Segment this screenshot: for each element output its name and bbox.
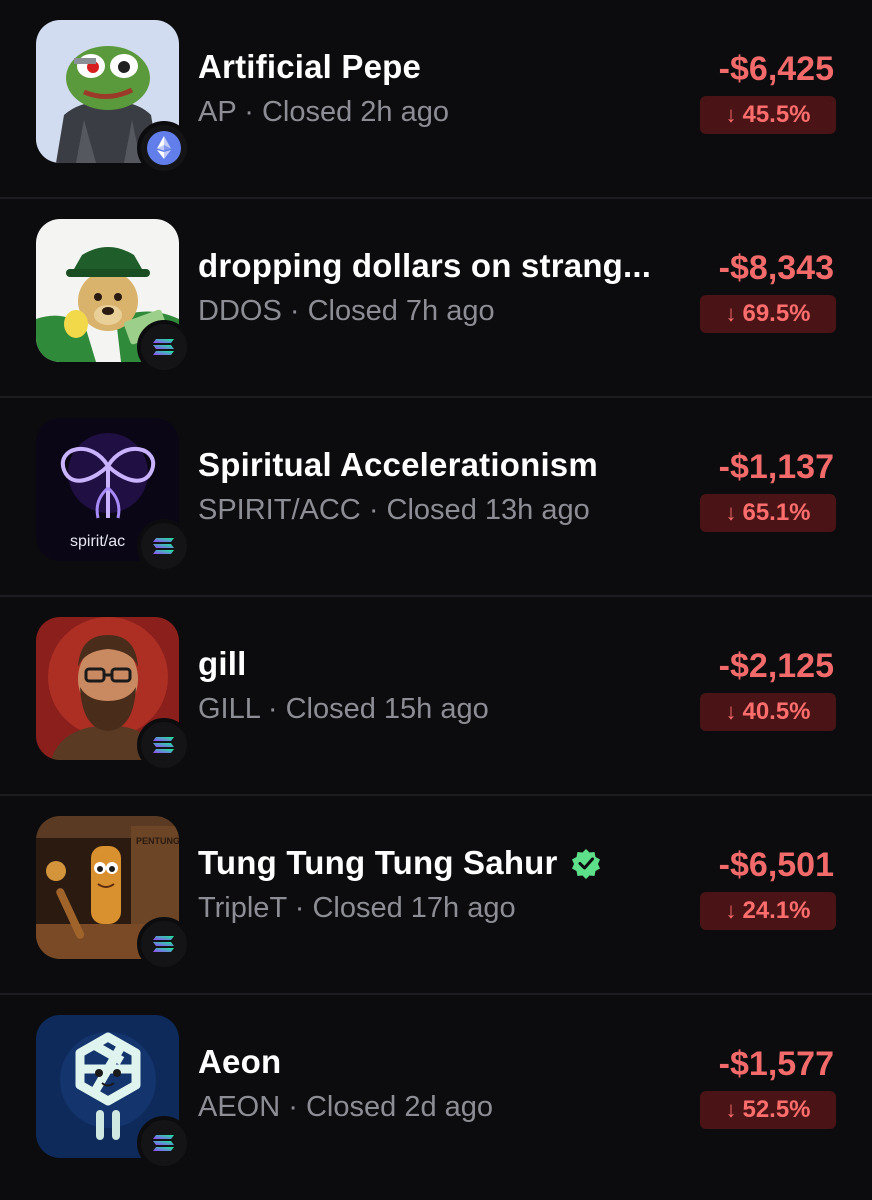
token-name: dropping dollars on strang... <box>198 247 652 284</box>
pnl-amount: -$6,425 <box>718 50 834 88</box>
solana-icon <box>137 1116 191 1170</box>
pnl-percent-badge: ↓ 69.5% <box>700 295 836 333</box>
avatar-sign-text: PENTUNG FOS RONI <box>136 836 179 846</box>
position-row-aeon[interactable]: Aeon AEON · Closed 2d ago -$1,577 ↓ 52.5… <box>0 995 872 1194</box>
status: Closed 15h ago <box>285 693 489 725</box>
pnl-percent-badge: ↓ 24.1% <box>700 892 836 930</box>
status: Closed 2h ago <box>261 96 449 128</box>
down-arrow-icon: ↓ <box>725 898 737 923</box>
status: Closed 17h ago <box>312 892 516 924</box>
position-row-artificial-pepe[interactable]: Artificial Pepe AP · Closed 2h ago -$6,4… <box>0 0 872 199</box>
token-subtitle: SPIRIT/ACC · Closed 13h ago <box>198 494 590 527</box>
pnl-percent: 69.5% <box>742 300 811 327</box>
pnl-amount: -$2,125 <box>718 647 834 685</box>
token-subtitle: GILL · Closed 15h ago <box>198 693 489 726</box>
pnl-percent: 24.1% <box>742 897 811 924</box>
pnl-percent: 65.1% <box>742 499 811 526</box>
pnl-amount: -$1,137 <box>718 448 834 486</box>
token-name: Spiritual Accelerationism <box>198 446 598 483</box>
ethereum-icon <box>137 121 191 175</box>
pnl-amount: -$6,501 <box>718 846 834 884</box>
token-name: Tung Tung Tung Sahur <box>198 844 602 882</box>
pnl-percent-badge: ↓ 45.5% <box>700 96 836 134</box>
position-row-tung-tung-tung-sahur[interactable]: PENTUNG FOS RONI Tung Tung Tung Sahur Tr… <box>0 796 872 995</box>
solana-icon <box>137 917 191 971</box>
down-arrow-icon: ↓ <box>725 301 737 326</box>
separator: · <box>288 1091 298 1123</box>
down-arrow-icon: ↓ <box>725 102 737 127</box>
ticker: TripleT <box>198 892 287 924</box>
separator: · <box>289 295 300 327</box>
down-arrow-icon: ↓ <box>725 500 737 525</box>
down-arrow-icon: ↓ <box>725 1097 737 1122</box>
pnl-percent-badge: ↓ 65.1% <box>700 494 836 532</box>
verified-badge-icon <box>570 847 602 879</box>
pnl-percent: 40.5% <box>742 698 811 725</box>
separator: · <box>244 96 254 128</box>
pnl-amount: -$8,343 <box>718 249 834 287</box>
separator: · <box>267 693 278 725</box>
pnl-percent-badge: ↓ 52.5% <box>700 1091 836 1129</box>
pnl-percent: 45.5% <box>742 101 811 128</box>
token-subtitle: DDOS · Closed 7h ago <box>198 295 495 328</box>
ticker: SPIRIT/ACC <box>198 494 361 526</box>
pnl-percent-badge: ↓ 40.5% <box>700 693 836 731</box>
position-row-spirit-acc[interactable]: spirit/ac Spiritual Accelerationism SPIR… <box>0 398 872 597</box>
status: Closed 7h ago <box>307 295 495 327</box>
position-row-ddos[interactable]: dropping dollars on strang... DDOS · Clo… <box>0 199 872 398</box>
token-name: Artificial Pepe <box>198 48 422 85</box>
closed-positions-list: Artificial Pepe AP · Closed 2h ago -$6,4… <box>0 0 872 1200</box>
token-subtitle: AP · Closed 2h ago <box>198 96 449 129</box>
pnl-percent: 52.5% <box>742 1096 811 1123</box>
down-arrow-icon: ↓ <box>725 699 737 724</box>
solana-icon <box>137 320 191 374</box>
separator: · <box>368 494 379 526</box>
status: Closed 13h ago <box>386 494 590 526</box>
token-subtitle: TripleT · Closed 17h ago <box>198 892 516 925</box>
ticker: DDOS <box>198 295 282 327</box>
token-name: gill <box>198 645 247 682</box>
token-subtitle: AEON · Closed 2d ago <box>198 1091 493 1124</box>
solana-icon <box>137 718 191 772</box>
position-row-gill[interactable]: gill GILL · Closed 15h ago -$2,125 ↓ 40.… <box>0 597 872 796</box>
solana-icon <box>137 519 191 573</box>
token-name: Aeon <box>198 1043 282 1080</box>
status: Closed 2d ago <box>305 1091 494 1123</box>
ticker: AP <box>198 96 237 128</box>
avatar-caption: spirit/ac <box>70 533 125 550</box>
pnl-amount: -$1,577 <box>718 1045 834 1083</box>
ticker: GILL <box>198 693 260 725</box>
separator: · <box>294 892 305 924</box>
ticker: AEON <box>198 1091 281 1123</box>
